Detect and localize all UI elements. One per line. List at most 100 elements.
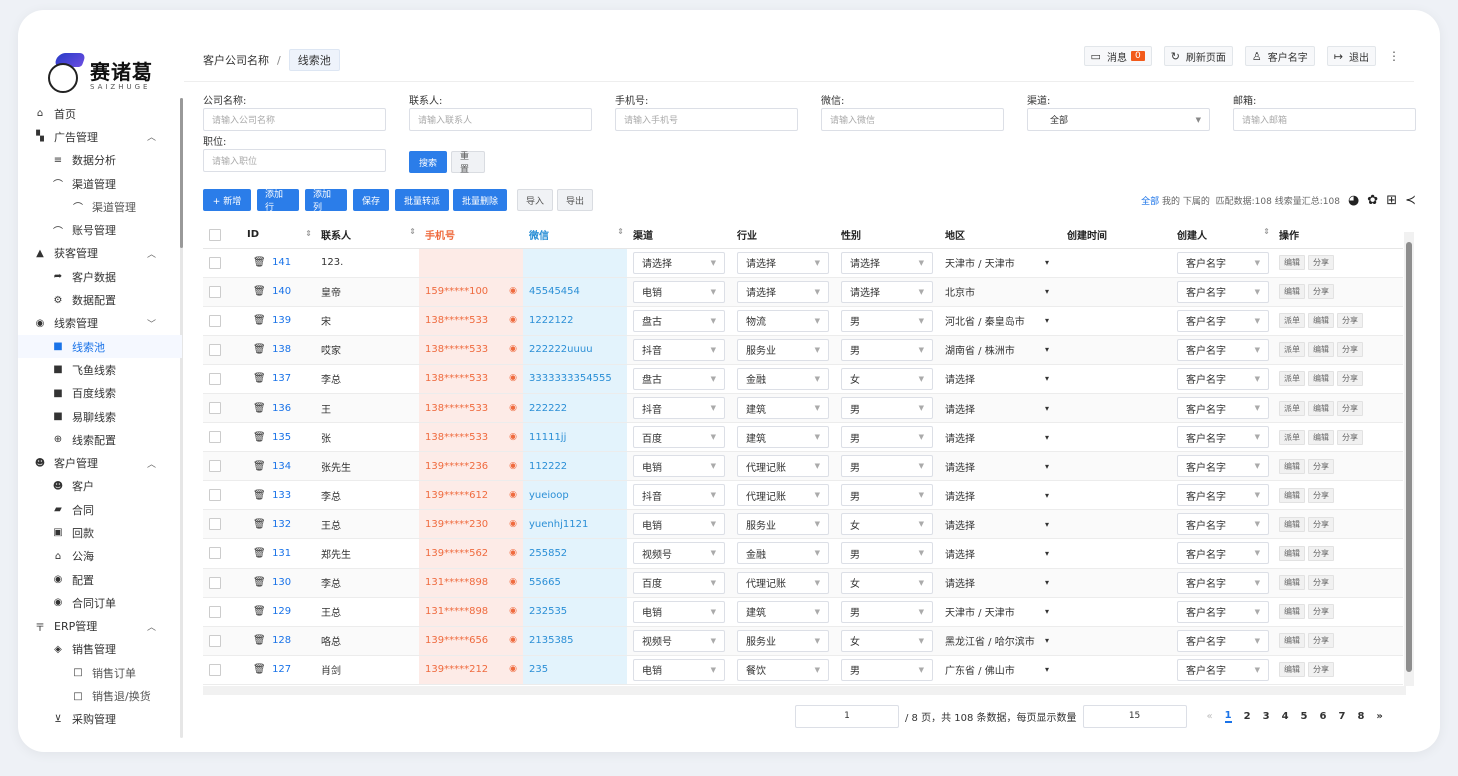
row-phone[interactable]: 139*****230 ◉: [419, 509, 523, 540]
scope-mine[interactable]: 我的: [1162, 194, 1180, 207]
row-op-button[interactable]: 编辑: [1279, 633, 1305, 649]
eye-icon[interactable]: ◉: [509, 490, 517, 500]
row-checkbox[interactable]: [209, 634, 221, 647]
creator-select[interactable]: 客户名字 ▼: [1177, 542, 1269, 565]
row-op-button[interactable]: 派单: [1279, 429, 1305, 445]
page-4-button[interactable]: 4: [1282, 711, 1289, 722]
phone-header[interactable]: 手机号: [419, 222, 523, 249]
chevron-up-icon[interactable]: ︿: [147, 247, 156, 260]
creator-select[interactable]: 客户名字 ▼: [1177, 309, 1269, 332]
row-id[interactable]: 132: [272, 519, 291, 530]
sidebar-item-16[interactable]: ☻ 客户: [18, 475, 182, 498]
row-id[interactable]: 128: [272, 635, 291, 646]
row-checkbox[interactable]: [209, 518, 221, 531]
table-row[interactable]: 🗑 141 123. 请选择 ▼ 请选择 ▼ 请选择 ▼ 天津市 / 天津市 ▾ 客户名字 ▼ 编辑 分享: [203, 248, 1403, 278]
row-id[interactable]: 135: [272, 432, 291, 443]
row-wechat[interactable]: 222222: [523, 393, 627, 424]
row-contact[interactable]: 李总: [315, 364, 419, 394]
row-phone[interactable]: 138*****533 ◉: [419, 306, 523, 336]
creator-select[interactable]: 客户名字 ▼: [1177, 484, 1269, 507]
channel-select[interactable]: 盘古 ▼: [633, 367, 725, 390]
sidebar-item-10[interactable]: ■ 线索池: [18, 334, 182, 359]
sidebar-item-18[interactable]: ▣ 回款: [18, 521, 182, 544]
sidebar-item-2[interactable]: ≡ 数据分析: [18, 149, 182, 172]
sidebar-item-1[interactable]: ▚ 广告管理 ︿: [18, 125, 182, 148]
trash-icon[interactable]: 🗑: [253, 373, 266, 384]
sidebar-item-12[interactable]: ■ 百度线索: [18, 382, 182, 405]
eye-icon[interactable]: ◉: [509, 548, 517, 558]
gender-select[interactable]: 男 ▼: [841, 484, 933, 507]
gender-select[interactable]: 男 ▼: [841, 309, 933, 332]
grid-icon[interactable]: ⊞: [1386, 193, 1397, 208]
row-wechat[interactable]: yuenhj1121: [523, 509, 627, 540]
row-wechat[interactable]: 235: [523, 655, 627, 685]
row-checkbox[interactable]: [209, 372, 221, 385]
row-contact[interactable]: 李总: [315, 568, 419, 598]
row-op-button[interactable]: 分享: [1308, 284, 1334, 300]
sidebar-item-13[interactable]: ■ 易聊线索: [18, 405, 182, 428]
more-menu-icon[interactable]: ⋮: [1388, 49, 1400, 63]
trash-icon[interactable]: 🗑: [253, 286, 266, 297]
email-input[interactable]: 请输入邮箱: [1233, 108, 1416, 131]
industry-select[interactable]: 物流 ▼: [737, 309, 829, 332]
industry-select[interactable]: 代理记账 ▼: [737, 455, 829, 478]
row-op-button[interactable]: 编辑: [1279, 516, 1305, 532]
sidebar-item-6[interactable]: ▲ 获客管理 ︿: [18, 242, 182, 265]
gender-select[interactable]: 女 ▼: [841, 513, 933, 536]
trash-icon[interactable]: 🗑: [253, 344, 266, 355]
creator-select[interactable]: 客户名字 ▼: [1177, 280, 1269, 303]
trash-icon[interactable]: 🗑: [253, 257, 266, 268]
row-contact[interactable]: 李总: [315, 480, 419, 511]
channel-select[interactable]: 请选择 ▼: [633, 251, 725, 274]
gender-select[interactable]: 男 ▼: [841, 600, 933, 623]
row-contact[interactable]: 123.: [315, 248, 419, 278]
trash-icon[interactable]: 🗑: [253, 635, 266, 646]
row-checkbox[interactable]: [209, 431, 221, 444]
row-id[interactable]: 134: [272, 461, 291, 472]
trash-icon[interactable]: 🗑: [253, 432, 266, 443]
row-id[interactable]: 133: [272, 490, 291, 501]
page-8-button[interactable]: 8: [1357, 711, 1364, 722]
add-button[interactable]: + 新增: [203, 189, 251, 211]
row-op-button[interactable]: 派单: [1279, 371, 1305, 387]
row-id[interactable]: 138: [272, 344, 291, 355]
gender-select[interactable]: 女 ▼: [841, 629, 933, 652]
region-select[interactable]: 请选择 ▾: [945, 517, 1055, 532]
row-phone[interactable]: 131*****898 ◉: [419, 597, 523, 627]
import-button[interactable]: 导入: [517, 189, 553, 211]
eye-icon[interactable]: ◉: [509, 432, 517, 442]
creator-select[interactable]: 客户名字 ▼: [1177, 367, 1269, 390]
export-button[interactable]: 导出: [557, 189, 593, 211]
row-phone[interactable]: 139*****212 ◉: [419, 655, 523, 685]
row-op-button[interactable]: 分享: [1308, 662, 1334, 678]
position-input[interactable]: 请输入职位: [203, 149, 386, 172]
trash-icon[interactable]: 🗑: [253, 519, 266, 530]
row-op-button[interactable]: 分享: [1337, 429, 1363, 445]
batch-delete-button[interactable]: 批量删除: [453, 189, 507, 211]
channel-select[interactable]: 视频号 ▼: [633, 629, 725, 652]
channel-select[interactable]: 电销 ▼: [633, 280, 725, 303]
breadcrumb-root[interactable]: 客户公司名称: [203, 52, 269, 68]
row-contact[interactable]: 哎家: [315, 335, 419, 365]
sidebar-item-25[interactable]: □ 销售退/换货: [18, 684, 182, 707]
sidebar-item-22[interactable]: 〒 ERP管理 ︿: [18, 615, 182, 638]
table-row[interactable]: 🗑 136 王 138*****533 ◉ 222222 抖音 ▼ 建筑 ▼ 男 ▼ 请选择 ▾ 客户名字…: [203, 393, 1403, 424]
scope-all[interactable]: 全部: [1141, 194, 1159, 207]
created-time-header[interactable]: 创建时间: [1061, 222, 1171, 249]
gender-select[interactable]: 请选择 ▼: [841, 280, 933, 303]
table-row[interactable]: 🗑 133 李总 139*****612 ◉ yueioop 抖音 ▼ 代理记账 ▼ 男 ▼ 请选择 ▾…: [203, 480, 1403, 511]
row-contact[interactable]: 宋: [315, 306, 419, 336]
gender-select[interactable]: 女 ▼: [841, 367, 933, 390]
trash-icon[interactable]: 🗑: [253, 315, 266, 326]
row-wechat[interactable]: yueioop: [523, 480, 627, 511]
select-all-header[interactable]: [203, 222, 241, 249]
eye-icon[interactable]: ◉: [509, 373, 517, 383]
sidebar-item-20[interactable]: ◉ 配置: [18, 568, 182, 591]
share-icon[interactable]: ≺: [1405, 193, 1416, 208]
row-wechat[interactable]: [523, 248, 627, 278]
channel-select[interactable]: 电销 ▼: [633, 513, 725, 536]
creator-select[interactable]: 客户名字 ▼: [1177, 513, 1269, 536]
industry-select[interactable]: 代理记账 ▼: [737, 571, 829, 594]
row-contact[interactable]: 王总: [315, 509, 419, 540]
row-op-button[interactable]: 分享: [1308, 604, 1334, 620]
